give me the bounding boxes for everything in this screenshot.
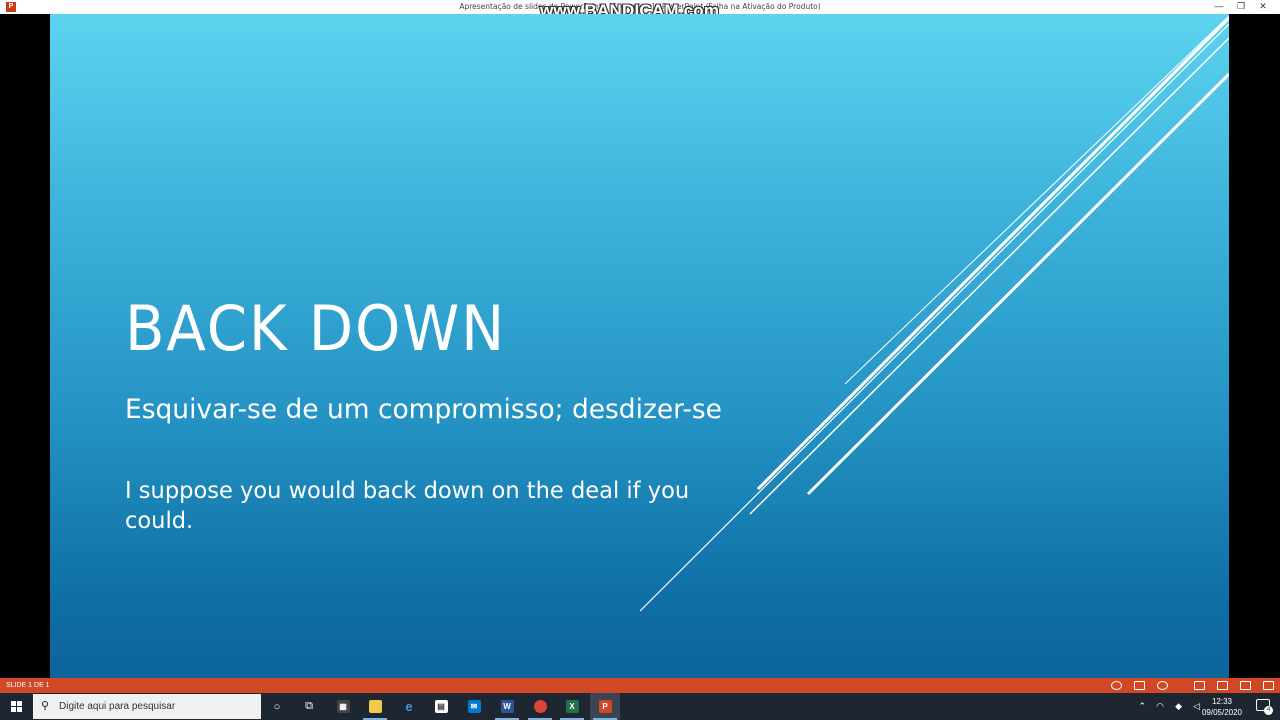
- decor-line-2: [844, 15, 1229, 385]
- edge-icon[interactable]: e: [394, 693, 424, 720]
- chrome-icon[interactable]: [525, 693, 555, 720]
- previous-icon[interactable]: [1111, 681, 1122, 690]
- slideshow-stage[interactable]: BACK DOWN Esquivar-se de um compromisso;…: [0, 14, 1280, 678]
- clock-date: 09/05/2020: [1201, 708, 1242, 717]
- window-titlebar: P Apresentação de slides do PowerPoint -…: [0, 0, 1280, 20]
- decor-line-1: [639, 23, 1229, 612]
- task-view-icon[interactable]: ⧉: [294, 693, 324, 720]
- taskbar: ⚲ Digite aqui para pesquisar ○ ⧉ ▦ e ▤ ✉…: [0, 693, 1280, 720]
- status-icons: [1099, 678, 1274, 693]
- notes-icon[interactable]: [1134, 681, 1145, 690]
- clock[interactable]: 12:33 09/05/2020: [1202, 696, 1242, 718]
- search-icon: ⚲: [41, 700, 50, 712]
- restore-button[interactable]: ❐: [1230, 0, 1252, 14]
- normal-view-icon[interactable]: [1194, 681, 1205, 690]
- excel-icon[interactable]: X: [557, 693, 587, 720]
- calculator-icon[interactable]: ▦: [328, 693, 358, 720]
- decor-line-5: [806, 72, 1229, 496]
- slide-count: SLIDE 1 DE 1: [6, 682, 50, 689]
- store-icon[interactable]: ▤: [426, 693, 456, 720]
- search-box[interactable]: ⚲ Digite aqui para pesquisar: [33, 694, 261, 719]
- word-icon[interactable]: W: [492, 693, 522, 720]
- slide[interactable]: BACK DOWN Esquivar-se de um compromisso;…: [50, 14, 1229, 678]
- slideshow-icon[interactable]: [1263, 681, 1274, 690]
- clock-time: 12:33: [1211, 697, 1232, 706]
- dropbox-icon[interactable]: ◆: [1175, 693, 1182, 720]
- decor-line-4: [749, 37, 1229, 515]
- minimize-button[interactable]: —: [1208, 0, 1230, 14]
- start-button[interactable]: [0, 693, 32, 720]
- file-explorer-icon[interactable]: [360, 693, 390, 720]
- powerpoint-icon[interactable]: P: [590, 693, 620, 720]
- next-icon[interactable]: [1157, 681, 1168, 690]
- slide-subtitle: Esquivar-se de um compromisso; desdizer-…: [125, 394, 722, 425]
- window-controls: — ❐ ✕: [1208, 0, 1274, 14]
- search-placeholder: Digite aqui para pesquisar: [59, 701, 176, 712]
- slide-example: I suppose you would back down on the dea…: [125, 478, 690, 534]
- volume-icon[interactable]: ◁: [1193, 693, 1200, 720]
- slide-sorter-icon[interactable]: [1217, 681, 1228, 690]
- chevron-up-icon[interactable]: ⌃: [1138, 693, 1146, 720]
- notification-badge: 4: [1264, 706, 1273, 715]
- windows-icon: [10, 701, 22, 712]
- slide-title: BACK DOWN: [125, 292, 507, 365]
- mail-icon[interactable]: ✉: [459, 693, 489, 720]
- reading-view-icon[interactable]: [1240, 681, 1251, 690]
- network-icon[interactable]: ◠: [1156, 693, 1164, 720]
- decor-line-3: [756, 16, 1229, 491]
- statusbar: SLIDE 1 DE 1: [0, 678, 1280, 693]
- close-button[interactable]: ✕: [1252, 0, 1274, 14]
- cortana-icon[interactable]: ○: [262, 693, 292, 720]
